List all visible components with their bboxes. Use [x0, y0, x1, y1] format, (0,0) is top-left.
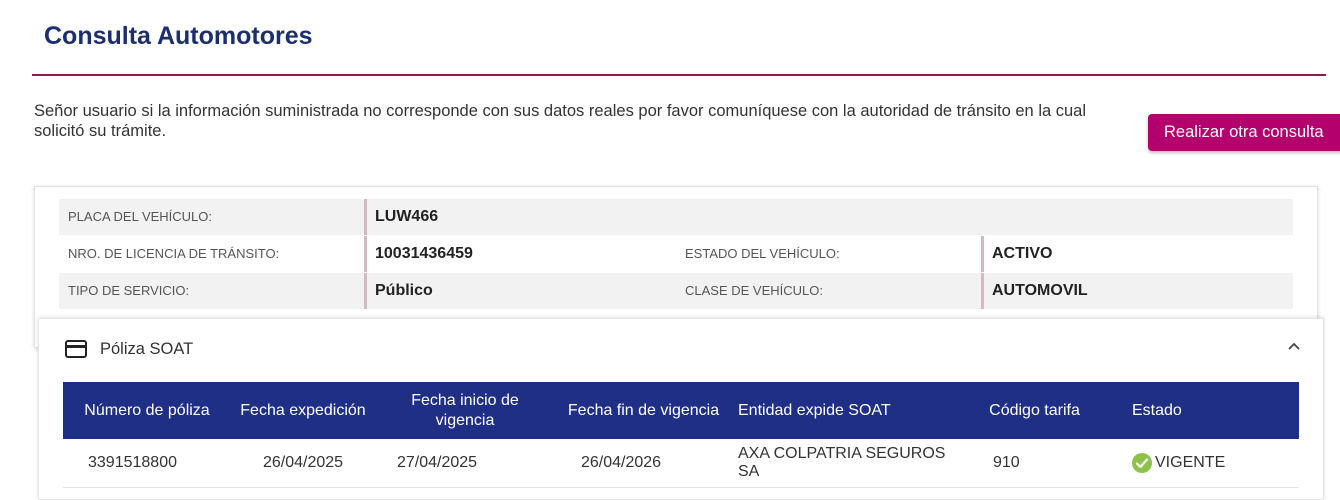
plate-value: LUW466: [364, 199, 1293, 235]
col-issuer: Entidad expide SOAT: [732, 382, 977, 439]
license-label: NRO. DE LICENCIA DE TRÁNSITO:: [68, 246, 280, 261]
issuer-cell: AXA COLPATRIA SEGUROS SA: [732, 439, 977, 488]
end-date-cell: 26/04/2026: [555, 439, 732, 488]
license-row: NRO. DE LICENCIA DE TRÁNSITO: 1003143645…: [59, 236, 1293, 272]
status-cell: VIGENTE: [1092, 439, 1299, 488]
col-issue-date: Fecha expedición: [231, 382, 375, 439]
service-label: TIPO DE SERVICIO:: [68, 283, 190, 298]
soat-panel: Póliza SOAT Número de póliza Fecha exped…: [38, 318, 1324, 500]
vehicle-class-label: CLASE DE VEHÍCULO:: [685, 283, 823, 298]
issue-date-cell: 26/04/2025: [231, 439, 375, 488]
notice-text: Señor usuario si la información suminist…: [34, 102, 1087, 140]
col-end-date: Fecha fin de vigencia: [555, 382, 732, 439]
soat-panel-title: Póliza SOAT: [100, 340, 194, 358]
col-policy-number: Número de póliza: [63, 382, 231, 439]
vehicle-class-value: AUTOMOVIL: [981, 273, 1293, 309]
status-text: VIGENTE: [1155, 454, 1226, 472]
plate-row: PLACA DEL VEHÍCULO: LUW466: [59, 199, 1293, 235]
col-start-date: Fecha inicio de vigencia: [375, 382, 555, 439]
vehicle-status-label: ESTADO DEL VEHÍCULO:: [685, 246, 840, 261]
plate-label: PLACA DEL VEHÍCULO:: [68, 209, 213, 224]
soat-table: Número de póliza Fecha expedición Fecha …: [63, 382, 1299, 488]
policy-number-cell: 3391518800: [63, 439, 231, 488]
table-header-row: Número de póliza Fecha expedición Fecha …: [63, 382, 1299, 439]
license-value: 10031436459: [364, 236, 674, 272]
page-title: Consulta Automotores: [44, 22, 313, 50]
service-row: TIPO DE SERVICIO: Público CLASE DE VEHÍC…: [59, 273, 1293, 309]
col-status: Estado: [1092, 382, 1299, 439]
title-divider: [32, 74, 1326, 76]
soat-panel-header[interactable]: Póliza SOAT: [39, 319, 1323, 381]
credit-card-icon: [65, 340, 87, 358]
check-circle-icon: [1132, 453, 1152, 473]
table-row: 3391518800 26/04/2025 27/04/2025 26/04/2…: [63, 439, 1299, 488]
vehicle-status-value: ACTIVO: [981, 236, 1293, 272]
chevron-up-icon[interactable]: [1287, 339, 1301, 353]
start-date-cell: 27/04/2025: [375, 439, 555, 488]
rate-code-cell: 910: [977, 439, 1092, 488]
col-rate-code: Código tarifa: [977, 382, 1092, 439]
new-query-button[interactable]: Realizar otra consulta: [1148, 114, 1340, 151]
service-value: Público: [364, 273, 674, 309]
